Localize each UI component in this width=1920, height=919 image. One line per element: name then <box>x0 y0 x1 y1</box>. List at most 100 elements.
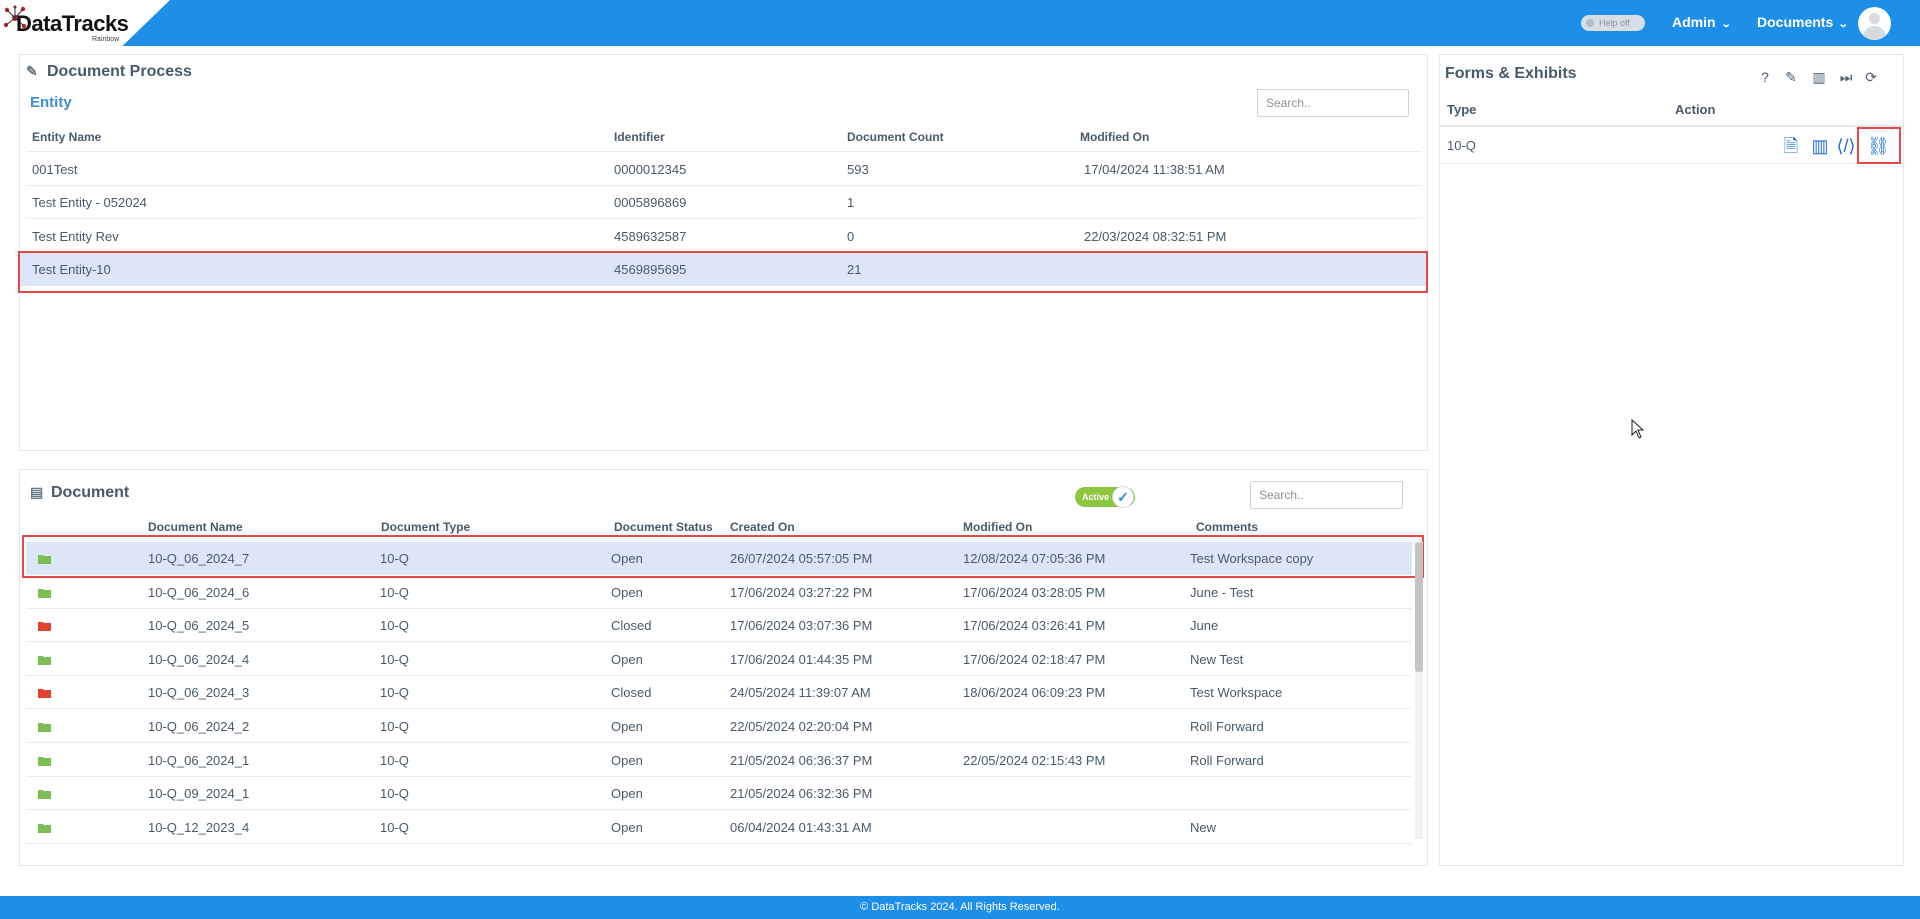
document-process-title: ✎ Document Process <box>26 63 192 81</box>
entity-col-name[interactable]: Entity Name <box>32 130 101 144</box>
scrollbar-thumb[interactable] <box>1415 542 1423 672</box>
entity-title: Entity <box>30 94 72 111</box>
table-row[interactable]: 10-Q_09_2024_1 10-Q Open 21/05/2024 06:32:3… <box>26 777 1412 810</box>
forms-col-type[interactable]: Type <box>1447 102 1476 117</box>
entity-identifier: 0000012345 <box>614 162 687 177</box>
doc-type: 10-Q <box>380 719 409 734</box>
doc-comments: New <box>1190 820 1217 835</box>
doc-modified: 22/05/2024 02:15:43 PM <box>963 753 1106 768</box>
edit-icon: ✎ <box>26 63 38 79</box>
folder-icon <box>38 622 51 631</box>
doc-type: 10-Q <box>380 753 409 768</box>
table-row[interactable]: 10-Q_06_2024_2 10-Q Open 22/05/2024 02:20:0… <box>26 710 1412 743</box>
doc-col-modified[interactable]: Modified On <box>963 520 1032 534</box>
entity-name: Test Entity - 052024 <box>32 195 147 210</box>
admin-menu[interactable]: Admin ⌄ <box>1672 14 1731 30</box>
question-icon[interactable]: ? <box>1756 68 1774 86</box>
book-icon[interactable]: ▥ <box>1809 134 1831 158</box>
top-navigation-bar: DataTracks Rainbow Help off Admin ⌄ Docum… <box>0 0 1920 46</box>
doc-comments: June - Test <box>1190 585 1254 600</box>
doc-status: Open <box>611 786 643 801</box>
book-icon[interactable]: ▥ <box>1810 68 1828 86</box>
forms-exhibits-title: Forms & Exhibits <box>1445 65 1577 82</box>
table-row[interactable]: 10-Q_06_2024_1 10-Q Open 21/05/2024 06:36:3… <box>26 744 1412 777</box>
forms-col-action[interactable]: Action <box>1675 102 1715 117</box>
avatar-body-icon <box>1863 26 1886 40</box>
table-row[interactable]: 10-Q_12_2023_4 10-Q Open 06/04/2024 01:43:3… <box>26 811 1412 844</box>
doc-status: Open <box>611 585 643 600</box>
table-row[interactable]: 10-Q_06_2024_3 10-Q Closed 24/05/2024 11:39… <box>26 676 1412 709</box>
code-file-icon[interactable]: ⟨/⟩ <box>1835 134 1857 158</box>
doc-status: Open <box>611 719 643 734</box>
entity-name: Test Entity Rev <box>32 229 119 244</box>
doc-modified: 17/06/2024 02:18:47 PM <box>963 652 1106 667</box>
doc-created: 17/06/2024 03:27:22 PM <box>730 585 873 600</box>
doc-created: 24/05/2024 11:39:07 AM <box>730 685 871 700</box>
doc-type: 10-Q <box>380 685 409 700</box>
table-row[interactable]: 001Test 0000012345 593 17/04/2024 11:38:… <box>26 153 1422 186</box>
help-toggle[interactable]: Help off <box>1581 15 1645 31</box>
doc-comments: Roll Forward <box>1190 719 1264 734</box>
active-toggle-label: Active <box>1082 492 1110 502</box>
active-toggle[interactable]: Active ✓ <box>1075 486 1135 508</box>
entity-col-modified[interactable]: Modified On <box>1080 130 1149 144</box>
table-row[interactable]: Test Entity Rev 4589632587 0 22/03/2024 … <box>26 220 1422 253</box>
doc-created: 17/06/2024 03:07:36 PM <box>730 618 873 633</box>
footer: © DataTracks 2024. All Rights Reserved. <box>0 896 1920 919</box>
table-row[interactable]: 10-Q <box>1440 127 1903 164</box>
check-icon: ✓ <box>1112 486 1134 508</box>
table-row[interactable]: Test Entity - 052024 0005896869 1 <box>26 186 1422 219</box>
entity-modified: 22/03/2024 08:32:51 PM <box>1084 229 1227 244</box>
edit-icon[interactable]: ✎ <box>1782 68 1800 86</box>
brand-sub: Rainbow <box>92 36 120 43</box>
doc-status: Closed <box>611 685 652 700</box>
entity-modified: 17/04/2024 11:38:51 AM <box>1084 162 1225 177</box>
doc-modified: 17/06/2024 03:26:41 PM <box>963 618 1106 633</box>
doc-col-name[interactable]: Document Name <box>148 520 243 534</box>
doc-col-type[interactable]: Document Type <box>381 520 470 534</box>
document-search-input[interactable]: Search.. <box>1250 481 1403 509</box>
table-row[interactable]: 10-Q_06_2024_6 10-Q Open 17/06/2024 03:27:2… <box>26 576 1412 609</box>
doc-type: 10-Q <box>380 786 409 801</box>
table-row[interactable]: 10-Q_06_2024_5 10-Q Closed 17/06/2024 03:07… <box>26 609 1412 642</box>
chevron-down-icon: ⌄ <box>1837 19 1849 30</box>
doc-col-created[interactable]: Created On <box>730 520 795 534</box>
folder-icon <box>38 757 51 766</box>
doc-created: 06/04/2024 01:43:31 AM <box>730 820 872 835</box>
help-toggle-label: Help off <box>1599 18 1630 28</box>
doc-modified: 17/06/2024 03:28:05 PM <box>963 585 1106 600</box>
folder-icon <box>38 790 51 799</box>
doc-name: 10-Q_06_2024_4 <box>148 652 250 667</box>
toggle-knob-icon <box>1586 19 1594 27</box>
folder-icon <box>38 589 51 598</box>
fast-forward-icon[interactable]: ⏭ <box>1837 68 1855 86</box>
avatar[interactable] <box>1858 7 1891 40</box>
doc-status: Closed <box>611 618 652 633</box>
documents-menu[interactable]: Documents ⌄ <box>1757 14 1849 30</box>
document-icon[interactable]: 🗎 <box>1780 134 1802 158</box>
entity-search-input[interactable]: Search.. <box>1257 89 1409 117</box>
doc-col-comments[interactable]: Comments <box>1196 520 1258 534</box>
doc-created: 21/05/2024 06:32:36 PM <box>730 786 873 801</box>
doc-type: 10-Q <box>380 820 409 835</box>
table-row[interactable]: 10-Q_06_2024_4 10-Q Open 17/06/2024 01:44:3… <box>26 643 1412 676</box>
doc-name: 10-Q_06_2024_5 <box>148 618 250 633</box>
folder-icon <box>38 824 51 833</box>
file-icon: ▤ <box>30 484 44 500</box>
entity-col-identifier[interactable]: Identifier <box>614 130 665 144</box>
brand-name: DataTracks <box>16 11 129 36</box>
refresh-icon[interactable]: ⟳ <box>1862 68 1880 86</box>
forms-exhibits-panel <box>1439 54 1904 866</box>
doc-name: 10-Q_06_2024_3 <box>148 685 250 700</box>
doc-name: 10-Q_06_2024_6 <box>148 585 250 600</box>
doc-col-status[interactable]: Document Status <box>614 520 713 534</box>
highlight-box <box>1857 127 1901 164</box>
document-title-text: Document <box>51 484 130 501</box>
entity-count: 1 <box>847 195 855 210</box>
doc-created: 17/06/2024 01:44:35 PM <box>730 652 873 667</box>
logo[interactable]: DataTracks Rainbow <box>0 0 170 46</box>
doc-type: 10-Q <box>380 585 409 600</box>
avatar-head-icon <box>1869 13 1880 24</box>
entity-col-count[interactable]: Document Count <box>847 130 944 144</box>
doc-created: 22/05/2024 02:20:04 PM <box>730 719 873 734</box>
